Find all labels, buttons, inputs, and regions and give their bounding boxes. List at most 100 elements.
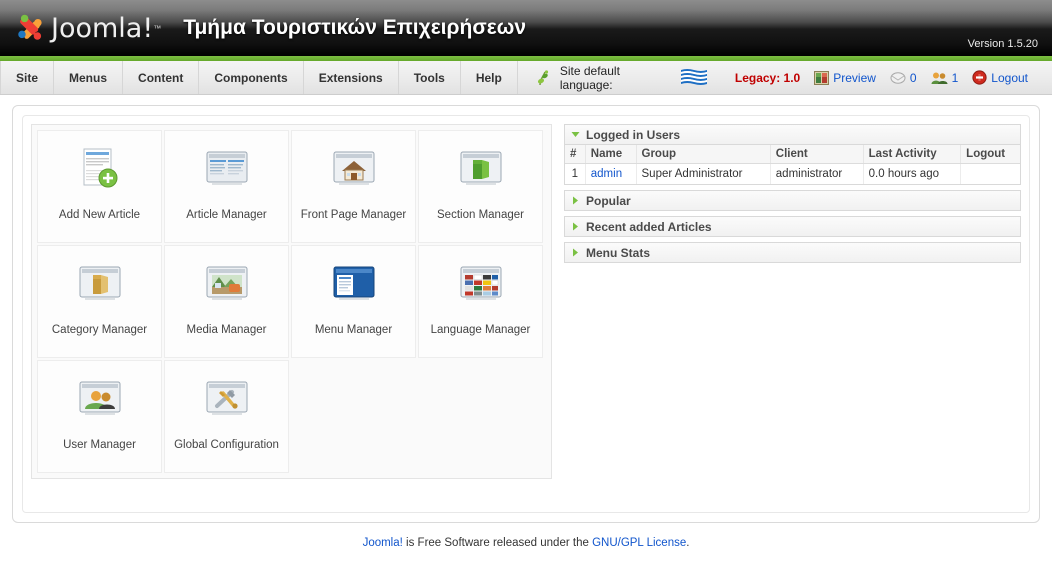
menu-item-help[interactable]: Help <box>461 61 518 94</box>
table-header-row: # Name Group Client Last Activity Logout <box>565 145 1020 164</box>
quick-icon-label: User Manager <box>63 439 136 451</box>
panel-title: Menu Stats <box>586 245 651 260</box>
column-header-group: Group <box>636 145 771 164</box>
messages-envelope-icon <box>890 71 906 85</box>
preview-button[interactable]: Preview <box>814 70 876 85</box>
add-new-article-icon <box>76 145 124 193</box>
footer: Joomla! is Free Software released under … <box>12 523 1040 549</box>
content-outer-frame: Add New Article Article Manager Front Pa… <box>12 105 1040 523</box>
menu-item-tools[interactable]: Tools <box>399 61 461 94</box>
quick-icon-section-manager[interactable]: Section Manager <box>418 130 543 243</box>
quick-icon-menu-manager[interactable]: Menu Manager <box>291 245 416 358</box>
admin-header: Joomla! ™ Τμήμα Τουριστικών Επιχειρήσεων… <box>0 0 1052 56</box>
icon-row: Add New Article Article Manager Front Pa… <box>36 129 547 244</box>
admin-menubar: Site Menus Content Components Extensions… <box>0 61 1052 95</box>
quick-icon-front-page-manager[interactable]: Front Page Manager <box>291 130 416 243</box>
column-header-last-activity: Last Activity <box>863 145 962 164</box>
greek-flag-icon <box>680 68 707 88</box>
media-manager-icon <box>203 260 251 308</box>
panel-header-popular[interactable]: Popular <box>564 190 1021 211</box>
language-icon <box>536 69 552 87</box>
quick-icon-label: Front Page Manager <box>300 209 407 221</box>
joomla-swirl-icon <box>18 14 42 40</box>
users-group-icon <box>931 71 948 85</box>
panel-recent-added-articles: Recent added Articles <box>564 216 1021 237</box>
front-page-manager-icon <box>330 145 378 193</box>
column-header-name: Name <box>585 145 637 164</box>
panel-title: Popular <box>586 193 631 208</box>
menu-item-menus[interactable]: Menus <box>54 61 124 94</box>
cell-num: 1 <box>565 163 586 184</box>
category-manager-icon <box>76 260 124 308</box>
column-header-client: Client <box>770 145 864 164</box>
quick-icon-global-configuration[interactable]: Global Configuration <box>164 360 289 473</box>
version-label: Version 1.5.20 <box>967 38 1038 50</box>
content-inner-frame: Add New Article Article Manager Front Pa… <box>22 115 1030 513</box>
quick-icon-label: Add New Article <box>58 209 141 221</box>
column-header-num: # <box>565 145 586 164</box>
panel-logged-in-users: Logged in Users # Name Group Client Last… <box>564 124 1021 185</box>
column-header-logout: Logout <box>960 145 1020 164</box>
language-manager-icon <box>457 260 505 308</box>
footer-link-joomla[interactable]: Joomla! <box>363 537 403 549</box>
quick-icon-label: Article Manager <box>186 209 267 221</box>
preview-label: Preview <box>833 70 876 85</box>
quick-icon-label: Section Manager <box>437 209 524 221</box>
panel-header-menu-stats[interactable]: Menu Stats <box>564 242 1021 263</box>
logged-in-users-count: 1 <box>951 70 959 85</box>
footer-link-license[interactable]: GNU/GPL License <box>592 537 686 549</box>
global-configuration-icon <box>203 375 251 423</box>
menu-item-content[interactable]: Content <box>123 61 200 94</box>
quick-icon-label: Global Configuration <box>174 439 279 451</box>
dashboard-side-panels: Logged in Users # Name Group Client Last… <box>564 124 1021 504</box>
quick-icon-user-manager[interactable]: User Manager <box>37 360 162 473</box>
logged-in-users-indicator[interactable]: 1 <box>931 70 959 85</box>
quick-icon-label: Language Manager <box>430 324 531 336</box>
logout-label: Logout <box>991 70 1028 85</box>
quick-icon-category-manager[interactable]: Category Manager <box>37 245 162 358</box>
menu-item-components[interactable]: Components <box>199 61 304 94</box>
panel-header-logged-in-users[interactable]: Logged in Users <box>564 124 1021 145</box>
user-manager-icon <box>76 375 124 423</box>
joomla-logo-text: Joomla! <box>51 12 154 44</box>
panel-title: Logged in Users <box>586 127 681 142</box>
cell-name: admin <box>585 163 637 184</box>
cell-logout[interactable] <box>961 164 1020 185</box>
logged-in-users-table: # Name Group Client Last Activity Logout <box>565 145 1020 184</box>
quick-icon-label: Category Manager <box>51 324 148 336</box>
trademark-symbol: ™ <box>153 23 162 33</box>
chevron-down-icon <box>571 130 580 139</box>
messages-indicator[interactable]: 0 <box>890 71 917 85</box>
control-panel-icons: Add New Article Article Manager Front Pa… <box>31 124 552 479</box>
panel-header-recent-added-articles[interactable]: Recent added Articles <box>564 216 1021 237</box>
messages-count: 0 <box>909 70 917 85</box>
quick-icon-add-new-article[interactable]: Add New Article <box>37 130 162 243</box>
joomla-logo: Joomla! ™ <box>14 8 161 48</box>
site-default-language: Site default language: <box>536 64 707 92</box>
icon-row: Category Manager Media Manager Menu Mana… <box>36 244 547 359</box>
article-manager-icon <box>203 145 251 193</box>
page-body: Add New Article Article Manager Front Pa… <box>0 95 1052 567</box>
footer-text-middle: is Free Software released under the <box>402 537 593 549</box>
legacy-status: Legacy: 1.0 <box>734 70 801 85</box>
quick-icon-label: Media Manager <box>186 324 267 336</box>
footer-text-end: . <box>686 537 690 549</box>
section-manager-icon <box>457 145 505 193</box>
menu-item-site[interactable]: Site <box>0 61 55 94</box>
quick-icon-label: Menu Manager <box>314 324 393 336</box>
menu-item-extensions[interactable]: Extensions <box>304 61 399 94</box>
chevron-right-icon <box>571 196 580 205</box>
language-label: Site default language: <box>559 63 620 92</box>
table-row: 1 admin Super Administrator administrato… <box>565 163 1020 185</box>
cell-client: administrator <box>770 163 864 184</box>
panel-menu-stats: Menu Stats <box>564 242 1021 263</box>
user-link-admin[interactable]: admin <box>591 168 622 180</box>
icon-row: User Manager Global Configuration <box>36 359 547 474</box>
quick-icon-article-manager[interactable]: Article Manager <box>164 130 289 243</box>
panel-title: Recent added Articles <box>586 219 712 234</box>
quick-icon-media-manager[interactable]: Media Manager <box>164 245 289 358</box>
chevron-right-icon <box>571 248 580 257</box>
logout-button[interactable]: Logout <box>972 70 1028 85</box>
quick-icon-language-manager[interactable]: Language Manager <box>418 245 543 358</box>
menu-manager-icon <box>330 260 378 308</box>
